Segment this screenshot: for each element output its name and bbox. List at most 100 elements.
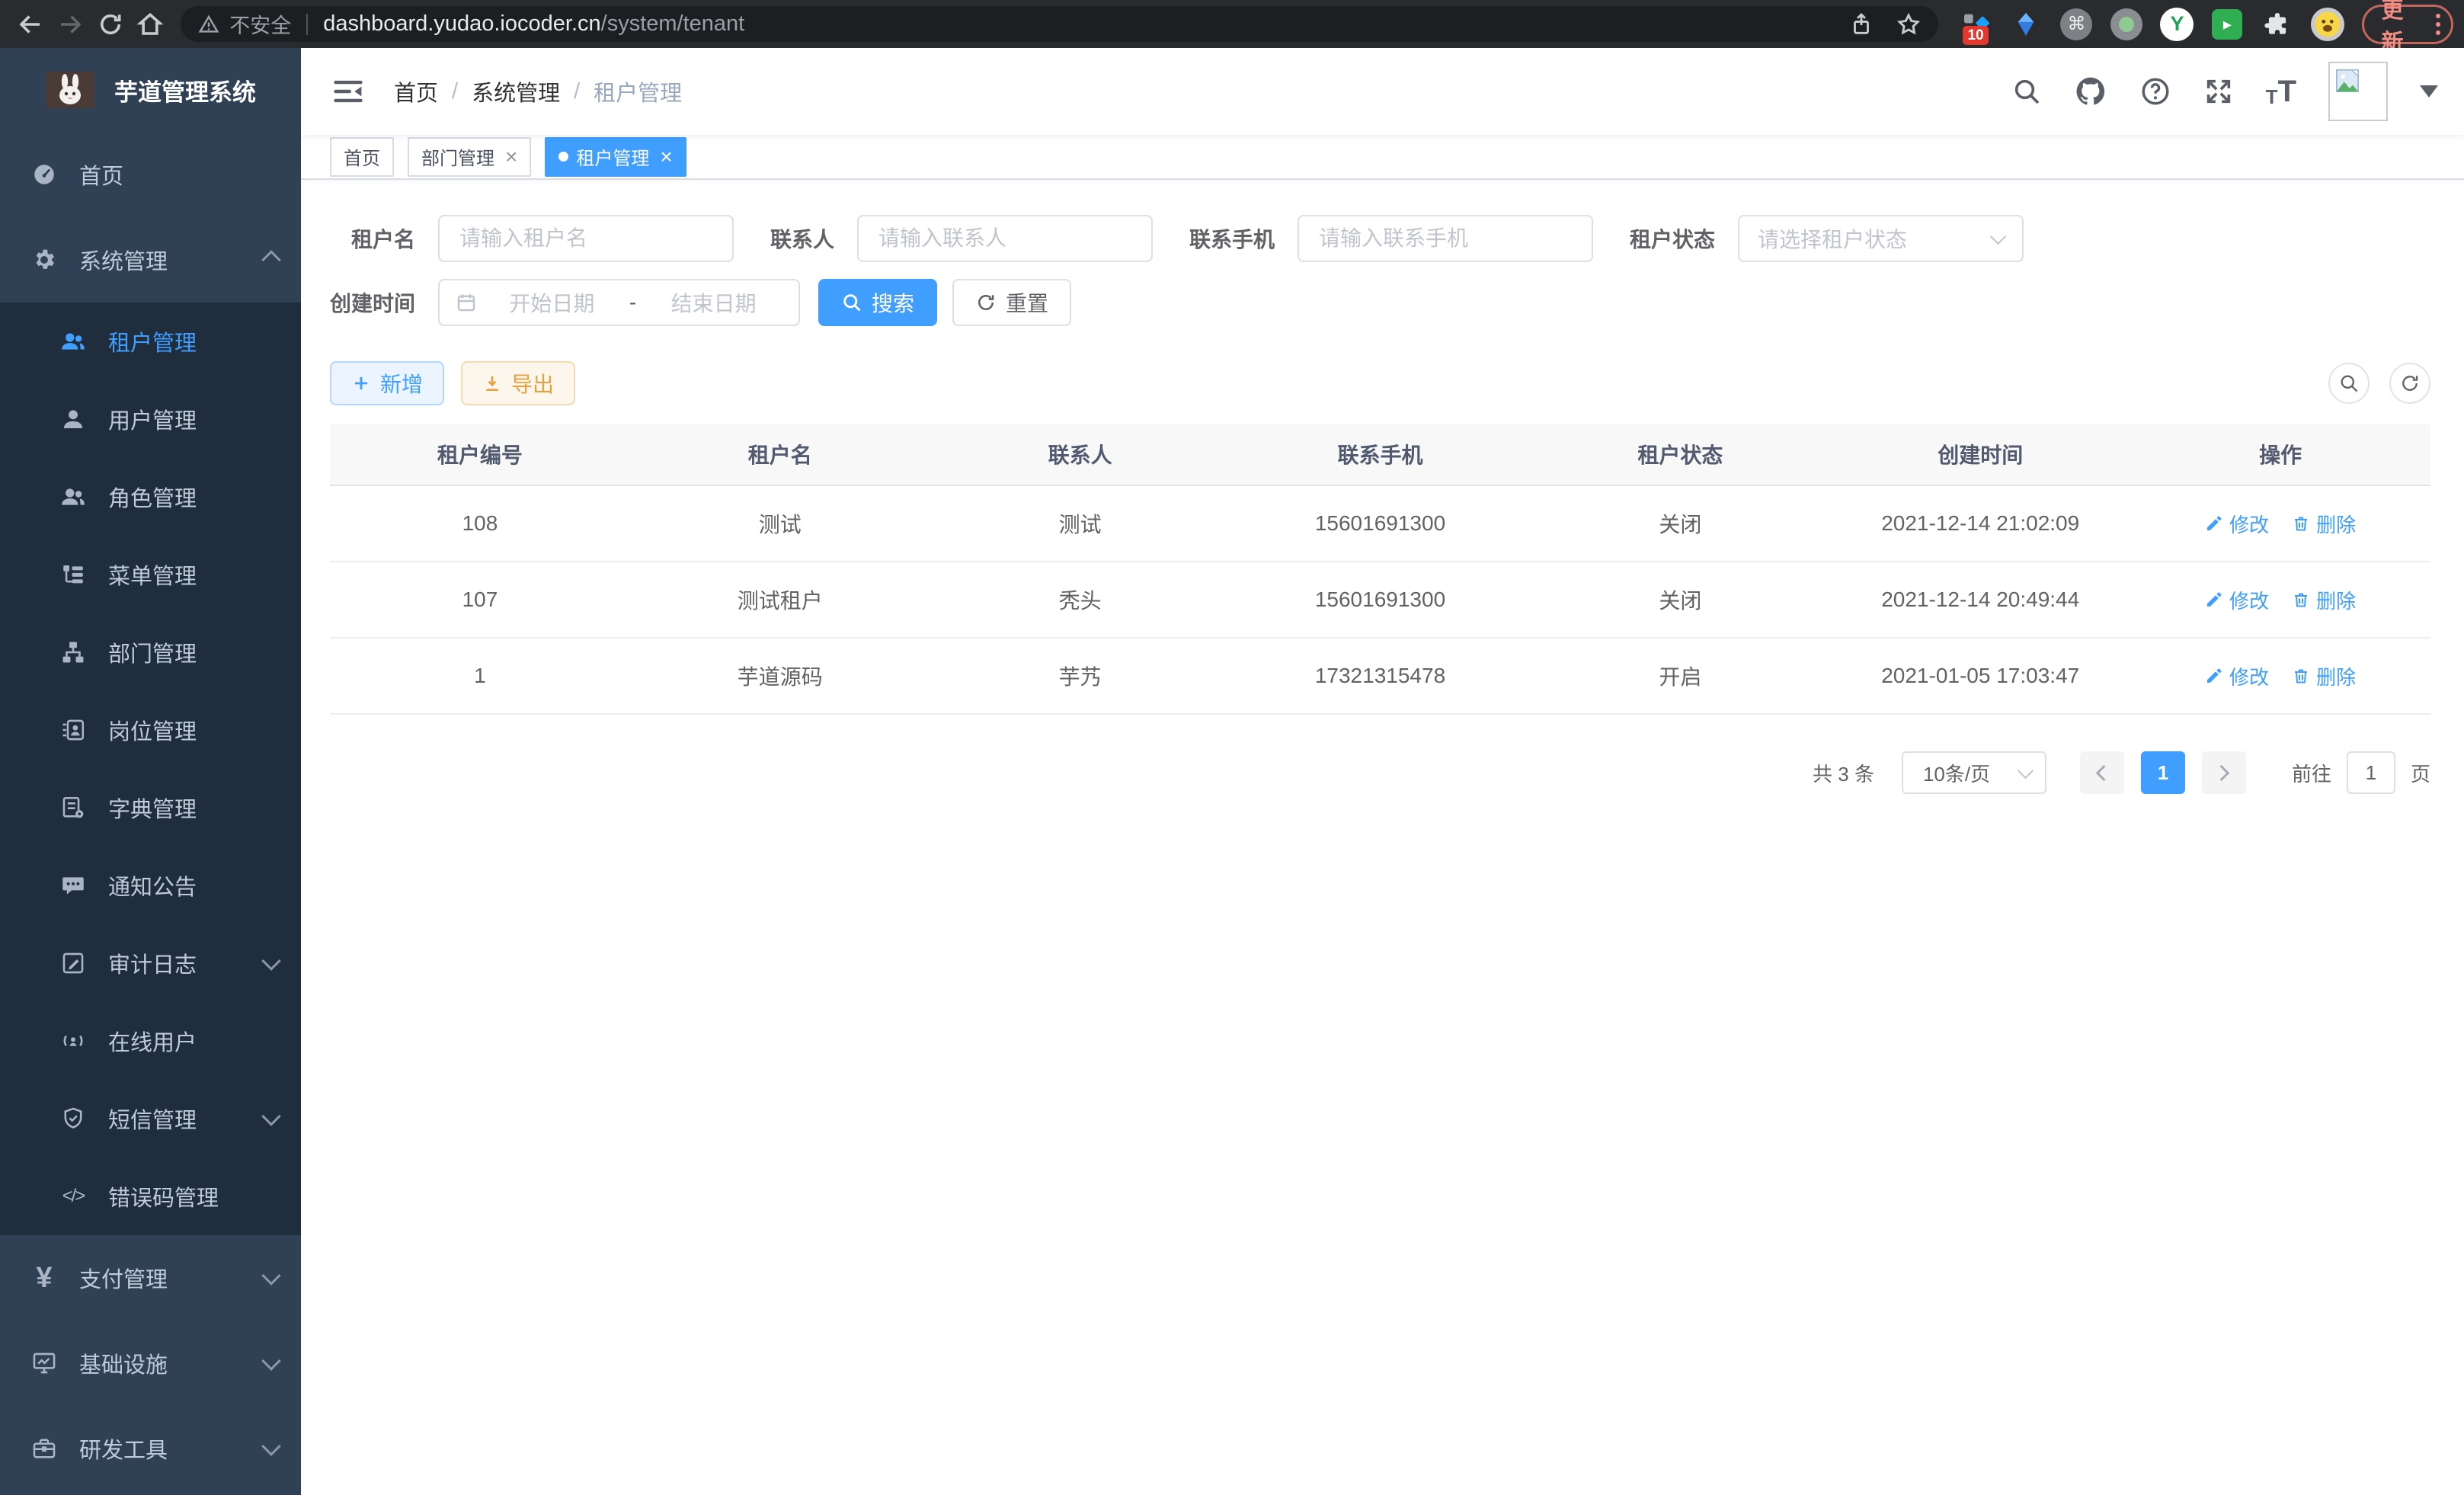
dashboard-icon: [30, 161, 58, 188]
extension-record-icon[interactable]: [2109, 7, 2144, 42]
app-logo[interactable]: 芋道管理系统: [0, 48, 301, 132]
page-size-select[interactable]: 10条/页: [1902, 751, 2046, 794]
sidebar: 芋道管理系统 首页 系统管理 租户管理: [0, 48, 301, 1495]
delete-link[interactable]: 删除: [2292, 586, 2356, 614]
sidebar-item-devtools[interactable]: 研发工具: [0, 1406, 301, 1491]
search-button[interactable]: 搜索: [818, 279, 937, 326]
sidebar-item-dept[interactable]: 部门管理: [0, 613, 301, 691]
sidebar-item-audit-log[interactable]: 审计日志: [0, 924, 301, 1002]
current-page[interactable]: 1: [2141, 751, 2185, 794]
extension-tabs-icon[interactable]: 10: [1958, 7, 1993, 42]
user-icon: [59, 405, 87, 433]
total-count: 共 3 条: [1813, 759, 1874, 787]
chrome-update-button[interactable]: 更新: [2362, 5, 2453, 44]
extension-badge: 10: [1963, 26, 1988, 45]
github-icon[interactable]: [2074, 75, 2107, 108]
sidebar-item-dict[interactable]: 字典管理: [0, 769, 301, 847]
tab-dept[interactable]: 部门管理 ×: [408, 137, 531, 177]
broadcast-icon: [59, 1027, 87, 1055]
avatar[interactable]: [2328, 62, 2388, 121]
profile-avatar-icon[interactable]: [2310, 7, 2345, 42]
tab-tenant[interactable]: 租户管理 ×: [545, 137, 686, 177]
tenant-name-input[interactable]: [458, 226, 714, 251]
browser-forward-icon[interactable]: [50, 4, 90, 45]
bookmark-star-icon[interactable]: [1896, 11, 1922, 37]
filter-row-2: 创建时间 开始日期 - 结束日期 搜索: [330, 279, 2430, 326]
delete-link[interactable]: 删除: [2292, 510, 2356, 538]
top-navbar: 首页 / 系统管理 / 租户管理 TT: [301, 48, 2464, 135]
table-header: 租户编号 租户名 联系人 联系手机 租户状态 创建时间 操作: [330, 424, 2430, 486]
chevron-down-icon: [2018, 763, 2034, 779]
fullscreen-icon[interactable]: [2203, 76, 2234, 107]
edit-link[interactable]: 修改: [2205, 662, 2269, 690]
extension-messenger-icon[interactable]: ▸: [2210, 7, 2245, 42]
browser-menu-icon[interactable]: [2436, 14, 2440, 35]
extension-y-icon[interactable]: Y: [2159, 7, 2194, 42]
contact-input[interactable]: [877, 226, 1133, 251]
add-button[interactable]: 新增: [330, 361, 444, 405]
browser-home-icon[interactable]: [130, 4, 170, 45]
delete-link[interactable]: 删除: [2292, 662, 2356, 690]
export-button[interactable]: 导出: [461, 361, 575, 405]
security-label: 不安全: [229, 9, 291, 39]
id-badge-icon: [59, 716, 87, 744]
breadcrumb-home[interactable]: 首页: [394, 75, 438, 107]
refresh-table-icon[interactable]: [2389, 363, 2430, 404]
security-warning-icon: [197, 13, 220, 36]
sidebar-item-system[interactable]: 系统管理: [0, 217, 301, 303]
hamburger-icon[interactable]: [331, 75, 365, 108]
extension-command-icon[interactable]: ⌘: [2059, 7, 2094, 42]
address-bar[interactable]: 不安全 dashboard.yudao.iocoder.cn/system/te…: [181, 6, 1938, 42]
breadcrumb: 首页 / 系统管理 / 租户管理: [394, 75, 682, 107]
tenant-users-icon: [59, 328, 87, 355]
sidebar-item-notice[interactable]: 通知公告: [0, 847, 301, 924]
sidebar-item-payment[interactable]: ¥ 支付管理: [0, 1235, 301, 1321]
close-icon[interactable]: ×: [660, 146, 672, 168]
extensions-area: 10 ⌘ Y ▸: [1958, 7, 2345, 42]
edit-link[interactable]: 修改: [2205, 586, 2269, 614]
sidebar-item-sms[interactable]: 短信管理: [0, 1080, 301, 1157]
mobile-input[interactable]: [1317, 226, 1573, 251]
show-search-toggle-icon[interactable]: [2328, 363, 2370, 404]
sidebar-item-infra[interactable]: 基础设施: [0, 1321, 301, 1406]
extension-kite-icon[interactable]: [2008, 7, 2043, 42]
browser-back-icon[interactable]: [11, 4, 50, 45]
font-size-icon[interactable]: TT: [2266, 76, 2296, 107]
share-icon[interactable]: [1848, 11, 1874, 37]
tab-home[interactable]: 首页: [330, 137, 394, 177]
sidebar-item-user[interactable]: 用户管理: [0, 380, 301, 458]
breadcrumb-current: 租户管理: [594, 75, 682, 107]
next-page-button[interactable]: [2202, 751, 2246, 794]
table-row: 107 测试租户 秃头 15601691300 关闭 2021-12-14 20…: [330, 562, 2430, 639]
caret-down-icon[interactable]: [2420, 85, 2438, 98]
sidebar-item-online-user[interactable]: 在线用户: [0, 1002, 301, 1080]
breadcrumb-system[interactable]: 系统管理: [472, 75, 560, 107]
toolbox-icon: [30, 1435, 58, 1462]
browser-toolbar: 不安全 dashboard.yudao.iocoder.cn/system/te…: [0, 0, 2464, 48]
page-url: dashboard.yudao.iocoder.cn/system/tenant: [323, 11, 744, 37]
sidebar-item-menu[interactable]: 菜单管理: [0, 536, 301, 613]
goto-page-input[interactable]: [2347, 751, 2395, 794]
status-select[interactable]: 请选择租户状态: [1738, 215, 2024, 262]
filter-status: 租户状态 请选择租户状态: [1630, 215, 2024, 262]
sidebar-item-home[interactable]: 首页: [0, 132, 301, 217]
edit-link[interactable]: 修改: [2205, 510, 2269, 538]
extensions-puzzle-icon[interactable]: [2260, 7, 2295, 42]
sidebar-item-error-code[interactable]: </> 错误码管理: [0, 1157, 301, 1235]
sidebar-item-post[interactable]: 岗位管理: [0, 691, 301, 769]
header-search-icon[interactable]: [2011, 76, 2042, 107]
help-icon[interactable]: [2139, 75, 2171, 107]
sidebar-item-role[interactable]: 角色管理: [0, 458, 301, 536]
prev-page-button[interactable]: [2080, 751, 2124, 794]
reset-button[interactable]: 重置: [952, 279, 1071, 326]
chevron-up-icon: [261, 250, 280, 269]
sidebar-item-tenant[interactable]: 租户管理: [0, 303, 301, 380]
table-row: 1 芋道源码 芋艿 17321315478 开启 2021-01-05 17:0…: [330, 639, 2430, 715]
browser-reload-icon[interactable]: [91, 4, 130, 45]
start-date-placeholder[interactable]: 开始日期: [482, 287, 622, 318]
close-icon[interactable]: ×: [505, 146, 517, 168]
menu-tree-icon: [59, 561, 87, 588]
goto-label: 前往: [2292, 759, 2331, 787]
end-date-placeholder[interactable]: 结束日期: [644, 287, 783, 318]
date-range-picker[interactable]: 开始日期 - 结束日期: [438, 279, 800, 326]
